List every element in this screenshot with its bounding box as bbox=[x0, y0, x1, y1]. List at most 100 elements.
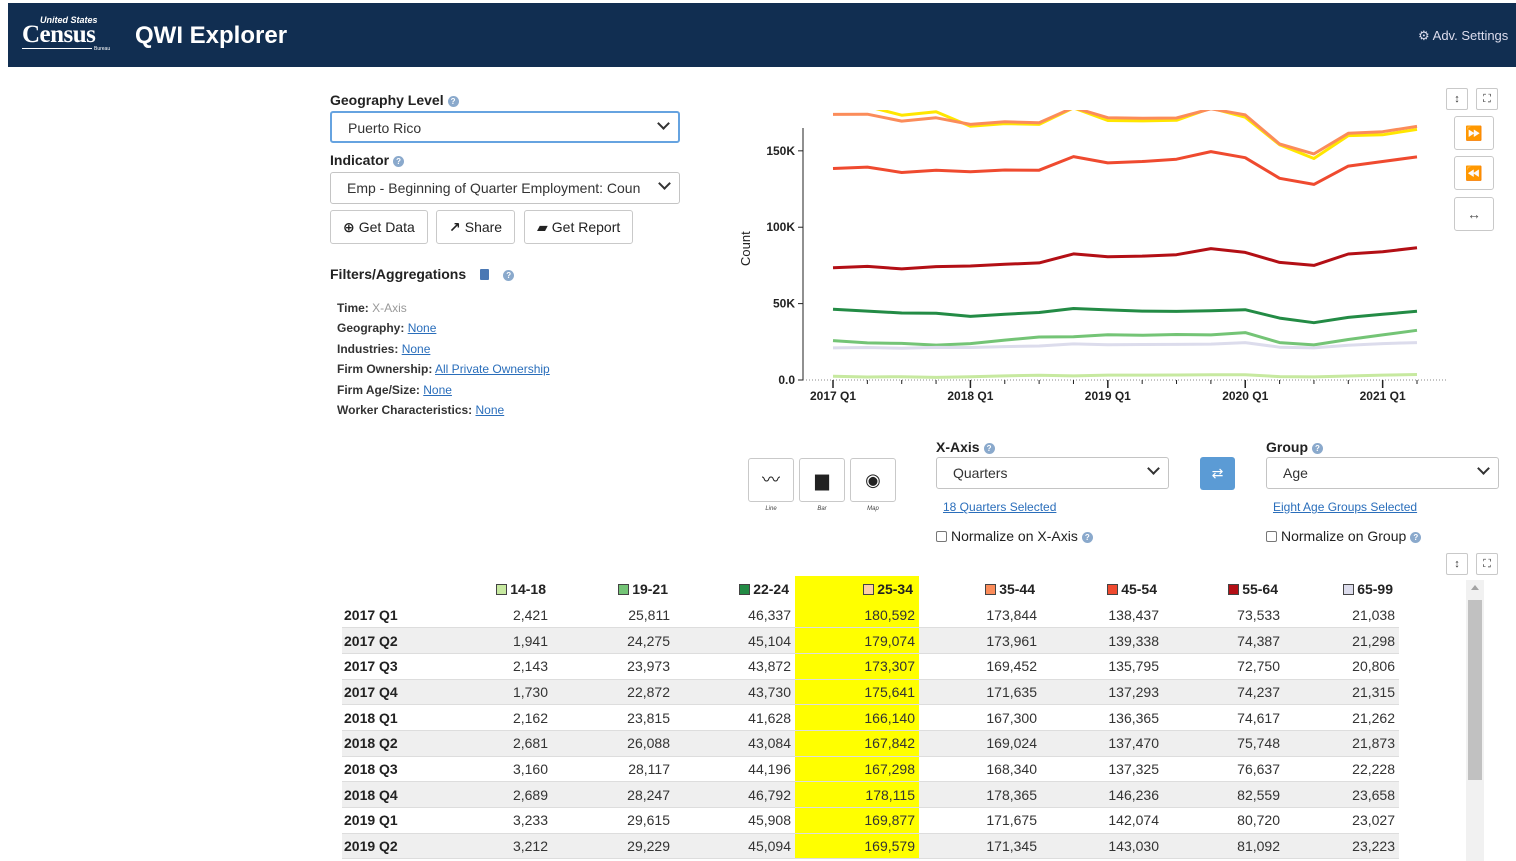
table-scrollbar[interactable] bbox=[1466, 580, 1484, 861]
chevron-down-icon bbox=[657, 117, 670, 130]
table-cell: 171,345 bbox=[919, 833, 1041, 860]
indicator-value: Emp - Beginning of Quarter Employment: C… bbox=[347, 180, 641, 196]
column-header[interactable]: 45-54 bbox=[1041, 576, 1163, 602]
filter-row: Time: X-Axis bbox=[337, 298, 550, 318]
group-value: Age bbox=[1283, 465, 1308, 481]
table-cell: 80,720 bbox=[1163, 807, 1284, 834]
table-cell: 169,579 bbox=[795, 833, 919, 860]
y-tick-label: 50K bbox=[773, 297, 795, 311]
filter-row: Firm Age/Size: None bbox=[337, 380, 550, 400]
table-cell: 43,872 bbox=[674, 653, 795, 680]
quarters-selected-link[interactable]: 18 Quarters Selected bbox=[943, 500, 1056, 514]
table-cell: 2,421 bbox=[428, 602, 552, 629]
column-header[interactable]: 22-24 bbox=[674, 576, 795, 602]
filter-key: Firm Age/Size: bbox=[337, 382, 420, 397]
table-cell: 169,877 bbox=[795, 807, 919, 834]
scroll-thumb[interactable] bbox=[1468, 600, 1482, 780]
table-cell: 173,844 bbox=[919, 602, 1041, 629]
table-expand-button[interactable]: ⛶ bbox=[1476, 553, 1498, 575]
geography-level-select[interactable]: Puerto Rico bbox=[330, 111, 680, 143]
get-data-button[interactable]: ⊕ Get Data bbox=[330, 210, 428, 244]
bar-chart-button[interactable]: ▆ bbox=[799, 458, 845, 502]
table-cell: 175,641 bbox=[795, 679, 919, 706]
chevron-down-icon bbox=[1147, 462, 1160, 475]
table-cell: 21,038 bbox=[1284, 602, 1399, 629]
column-header[interactable]: 55-64 bbox=[1163, 576, 1284, 602]
rewind-button[interactable]: ⏪ bbox=[1454, 156, 1494, 190]
scroll-up-icon[interactable] bbox=[1471, 585, 1479, 590]
column-header-label: 22-24 bbox=[753, 581, 789, 597]
age-groups-selected-link[interactable]: Eight Age Groups Selected bbox=[1273, 500, 1417, 514]
line-label: Line bbox=[765, 506, 777, 512]
help-icon[interactable]: ? bbox=[393, 156, 405, 167]
table-cell: 167,298 bbox=[795, 756, 919, 783]
line-chart-button[interactable]: 〰 bbox=[748, 458, 794, 502]
filter-link[interactable]: All Private Ownership bbox=[435, 362, 550, 376]
map-button[interactable]: ◉ bbox=[850, 458, 896, 502]
table-cell: 43,730 bbox=[674, 679, 795, 706]
swap-axes-button[interactable]: ⇄ bbox=[1200, 457, 1235, 490]
gear-icon: ⚙ bbox=[1418, 28, 1430, 43]
fit-height-button[interactable]: ↕ bbox=[1446, 88, 1468, 110]
help-icon[interactable]: ? bbox=[1312, 443, 1323, 454]
normalize-group-checkbox[interactable]: Normalize on Group? bbox=[1266, 528, 1422, 544]
table-cell: 23,973 bbox=[552, 653, 674, 680]
data-table: 14-18 19-21 22-24 25-34 35-44 45-54 55-64 65-99… bbox=[342, 576, 1399, 860]
group-select[interactable]: Age bbox=[1266, 457, 1499, 489]
x-axis-select[interactable]: Quarters bbox=[936, 457, 1169, 489]
filter-link[interactable]: None bbox=[408, 321, 437, 335]
filters-list: Time: X-Axis Geography: None Industries: N… bbox=[337, 298, 550, 420]
expand-button[interactable]: ⛶ bbox=[1476, 88, 1498, 110]
table-fit-height-button[interactable]: ↕ bbox=[1446, 553, 1468, 575]
column-header[interactable]: 19-21 bbox=[552, 576, 674, 602]
column-header[interactable]: 35-44 bbox=[919, 576, 1041, 602]
color-swatch bbox=[496, 584, 508, 595]
help-icon[interactable]: ? bbox=[1410, 532, 1422, 543]
series-line-19-21 bbox=[832, 328, 1418, 347]
table-cell: 1,730 bbox=[428, 679, 552, 706]
fast-forward-button[interactable]: ⏩ bbox=[1454, 116, 1494, 150]
table-cell: 143,030 bbox=[1041, 833, 1163, 860]
app-header: United States Census Bureau QWI Explorer… bbox=[8, 3, 1516, 67]
download-icon: ⊕ bbox=[343, 219, 355, 235]
color-swatch bbox=[1228, 584, 1240, 595]
column-header[interactable]: 14-18 bbox=[428, 576, 552, 602]
help-icon[interactable]: ? bbox=[983, 443, 995, 454]
table-cell: 74,617 bbox=[1163, 704, 1284, 731]
table-cell: 173,961 bbox=[919, 627, 1041, 654]
indicator-select[interactable]: Emp - Beginning of Quarter Employment: C… bbox=[330, 172, 680, 204]
adv-settings-button[interactable]: ⚙ Adv. Settings bbox=[1418, 28, 1508, 44]
share-button[interactable]: ↗ Share bbox=[436, 210, 516, 244]
table-row: 2017 Q2 1,941 24,275 45,104 179,074 173,961 13… bbox=[342, 627, 1399, 654]
table-cell: 46,792 bbox=[674, 781, 795, 808]
line-chart: 0.0 50K 100K 150K 2017 Q1 2018 Q1 2019 Q1 2020 … bbox=[738, 110, 1448, 403]
table-cell: 72,750 bbox=[1163, 653, 1284, 680]
table-cell: 3,212 bbox=[428, 833, 552, 860]
expand-icon: ⛶ bbox=[1483, 93, 1491, 105]
help-icon[interactable]: ? bbox=[503, 270, 515, 281]
table-cell: 167,300 bbox=[919, 704, 1041, 731]
table-cell: 23,027 bbox=[1284, 807, 1399, 834]
table-row: 2018 Q4 2,689 28,247 46,792 178,115 178,365 14… bbox=[342, 781, 1399, 808]
help-icon[interactable]: ? bbox=[447, 96, 459, 107]
table-cell: 73,533 bbox=[1163, 602, 1284, 629]
share-label: Share bbox=[464, 219, 503, 235]
filter-link[interactable]: None bbox=[476, 403, 505, 417]
filter-link[interactable]: None bbox=[423, 383, 452, 397]
column-header[interactable]: 25-34 bbox=[795, 576, 919, 602]
fit-width-button[interactable]: ↔ bbox=[1454, 197, 1494, 231]
column-header-label: 19-21 bbox=[632, 581, 668, 597]
column-header[interactable]: 65-99 bbox=[1284, 576, 1399, 602]
filter-link[interactable]: None bbox=[402, 342, 431, 356]
row-header-corner bbox=[342, 576, 428, 602]
column-header-label: 35-44 bbox=[999, 581, 1035, 597]
trash-icon[interactable] bbox=[480, 269, 490, 280]
table-cell: 138,437 bbox=[1041, 602, 1163, 629]
table-cell: 146,236 bbox=[1041, 781, 1163, 808]
normalize-x-axis-checkbox[interactable]: Normalize on X-Axis? bbox=[936, 528, 1093, 544]
filter-key: Geography: bbox=[337, 321, 405, 336]
get-report-button[interactable]: ▰ Get Report bbox=[524, 210, 634, 244]
census-logo[interactable]: United States Census Bureau bbox=[22, 15, 112, 55]
help-icon[interactable]: ? bbox=[1081, 532, 1093, 543]
normalize-x-axis-label: Normalize on X-Axis bbox=[951, 528, 1078, 544]
